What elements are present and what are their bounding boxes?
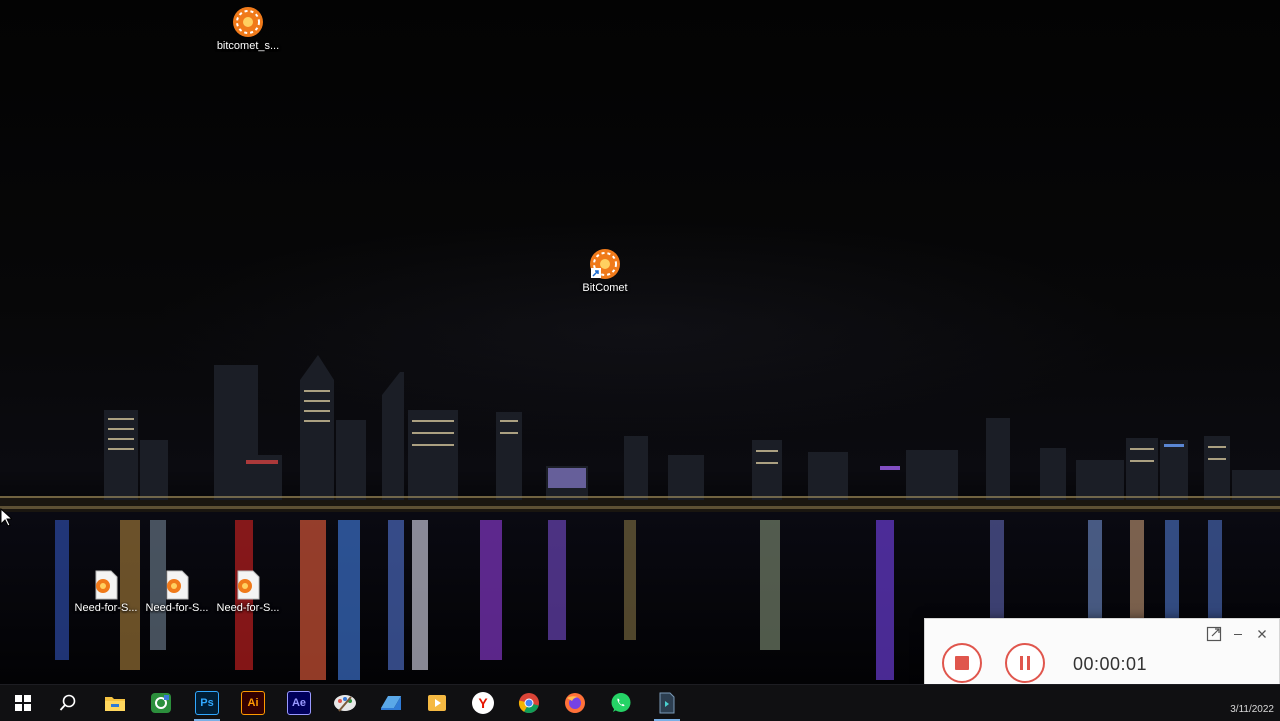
desktop-icon-torrent-3[interactable]: Need-for-S... xyxy=(212,570,284,614)
photoshop-icon: Ps xyxy=(195,691,219,715)
media-icon xyxy=(428,695,446,711)
taskbar-bitcomet-installer[interactable] xyxy=(644,685,690,721)
torrent-file-icon xyxy=(166,570,189,600)
start-icon xyxy=(15,695,31,711)
folder-app-icon xyxy=(381,696,401,710)
desktop-icon-label: Need-for-S... xyxy=(145,602,209,614)
mouse-cursor-icon xyxy=(0,508,12,527)
expand-icon xyxy=(1206,626,1222,642)
yandex-browser-icon: Y xyxy=(472,692,494,714)
minimize-icon xyxy=(1234,634,1242,635)
pause-record-button[interactable] xyxy=(1005,643,1045,683)
after-effects-icon: Ae xyxy=(287,691,311,715)
paint-icon xyxy=(334,695,356,712)
pause-icon xyxy=(1020,656,1030,670)
desktop-icon-torrent-2[interactable]: Need-for-S... xyxy=(141,570,213,614)
desktop-icon-bitcomet[interactable]: BitComet xyxy=(569,248,641,294)
taskbar-camtasia[interactable] xyxy=(138,685,184,721)
whatsapp-icon xyxy=(611,693,631,712)
start-button[interactable] xyxy=(0,685,46,721)
bitcomet-icon xyxy=(233,7,263,37)
taskbar-whatsapp[interactable] xyxy=(598,685,644,721)
torrent-file-icon xyxy=(237,570,260,600)
taskbar-folder-app[interactable] xyxy=(368,685,414,721)
taskbar-yandex-browser[interactable]: Y xyxy=(460,685,506,721)
taskbar-photoshop[interactable]: Ps xyxy=(184,685,230,721)
desktop-icon-bitcomet-setup[interactable]: bitcomet_s... xyxy=(212,6,284,52)
taskbar-paint[interactable] xyxy=(322,685,368,721)
taskbar-firefox[interactable] xyxy=(552,685,598,721)
illustrator-icon: Ai xyxy=(241,691,265,715)
stop-icon xyxy=(955,656,969,670)
search-button[interactable] xyxy=(45,685,91,721)
bitcomet-installer-icon xyxy=(659,692,675,714)
desktop-icon-torrent-1[interactable]: Need-for-S... xyxy=(70,570,142,614)
search-icon xyxy=(59,694,76,711)
bitcomet-shortcut-icon xyxy=(590,249,620,279)
firefox-icon xyxy=(565,693,585,713)
camtasia-icon xyxy=(151,693,171,713)
taskbar-illustrator[interactable]: Ai xyxy=(230,685,276,721)
recording-timer: 00:00:01 xyxy=(1073,654,1148,674)
desktop: bitcomet_s... BitComet Need-for-S... Nee… xyxy=(0,0,1280,684)
taskbar-media[interactable] xyxy=(414,685,460,721)
torrent-file-icon xyxy=(95,570,118,600)
close-button[interactable] xyxy=(1253,625,1271,643)
desktop-icon-label: bitcomet_s... xyxy=(216,40,280,52)
desktop-icon-label: Need-for-S... xyxy=(216,602,280,614)
taskbar-chrome[interactable] xyxy=(506,685,552,721)
expand-button[interactable] xyxy=(1205,625,1223,643)
close-icon xyxy=(1258,630,1266,638)
stop-record-button[interactable] xyxy=(942,643,982,683)
file-explorer-icon xyxy=(105,697,125,711)
taskbar: Ps Ai Ae Y xyxy=(0,684,1280,721)
taskbar-clock-date[interactable]: 3/11/2022 xyxy=(1230,704,1274,715)
desktop-icon-label: Need-for-S... xyxy=(74,602,138,614)
minimize-button[interactable] xyxy=(1229,625,1247,643)
chrome-icon xyxy=(518,693,539,714)
taskbar-file-explorer[interactable] xyxy=(92,685,138,721)
desktop-icon-label: BitComet xyxy=(582,282,628,294)
taskbar-after-effects[interactable]: Ae xyxy=(276,685,322,721)
